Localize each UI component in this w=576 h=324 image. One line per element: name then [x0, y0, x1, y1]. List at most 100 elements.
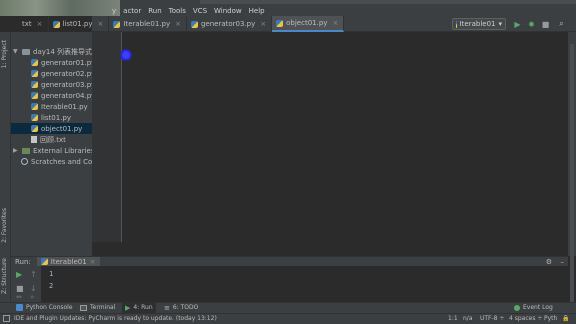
indent-setting[interactable]: 4 spaces ÷: [509, 315, 542, 322]
debug-icon[interactable]: ✹: [526, 18, 537, 30]
todo-tab[interactable]: ≡ 6: TODO: [164, 302, 198, 313]
editor-tab-label: object01.py: [286, 19, 328, 27]
menu-item-3[interactable]: VCS: [193, 7, 207, 15]
file-label: generator01.py: [41, 58, 92, 67]
python-file-icon: [113, 20, 121, 28]
menu-item-1[interactable]: Run: [148, 7, 161, 15]
layout-icon[interactable]: ⇔: [16, 293, 22, 301]
event-log-tab[interactable]: Event Log: [514, 302, 553, 313]
editor-tab[interactable]: Iterable01.py ×: [109, 16, 187, 32]
python-interpreter[interactable]: Pyth: [544, 315, 557, 322]
structure-tool-button[interactable]: Z: Structure: [1, 258, 8, 294]
more-icon[interactable]: »: [30, 293, 34, 301]
terminal-tab[interactable]: Terminal: [80, 302, 115, 313]
editor-tab[interactable]: object01.py ×: [272, 16, 345, 32]
file-item[interactable]: 回顾.txt: [31, 134, 66, 145]
menu-item-4[interactable]: Window: [214, 7, 242, 15]
code-editor[interactable]: [122, 32, 568, 242]
close-icon[interactable]: ×: [175, 20, 181, 28]
python-console-label: Python Console: [26, 304, 73, 311]
run-icon[interactable]: ▶: [512, 18, 523, 30]
title-bar: y actor Run Tools VCS Window Help: [0, 0, 576, 16]
editor-tab-label: Iterable01.py: [123, 20, 171, 28]
file-item[interactable]: generator03.py: [31, 79, 92, 90]
menu-item-prefix[interactable]: y: [112, 7, 116, 15]
todo-label: 6: TODO: [172, 304, 199, 311]
search-icon[interactable]: ⌕: [556, 18, 567, 30]
window-controls[interactable]: [520, 0, 576, 4]
file-label: generator04.py: [41, 91, 92, 100]
file-item[interactable]: generator04.py: [31, 90, 92, 101]
status-message[interactable]: IDE and Plugin Updates: PyCharm is ready…: [14, 315, 217, 322]
scratches-and-consoles[interactable]: Scratches and Consoles: [21, 156, 92, 167]
editor-tab-label: generator03.py: [200, 20, 256, 28]
menu-item-2[interactable]: Tools: [169, 7, 186, 15]
toggle-tool-windows-icon[interactable]: [3, 315, 10, 322]
run-tab[interactable]: Iterable01 ×: [36, 256, 100, 267]
close-icon[interactable]: ×: [37, 20, 43, 28]
run-tool-tab[interactable]: ▶ 4: Run: [122, 302, 156, 313]
title-text-blurred: [200, 0, 520, 4]
status-bar: IDE and Plugin Updates: PyCharm is ready…: [0, 313, 576, 324]
menu-bar: y actor Run Tools VCS Window Help: [112, 6, 265, 16]
python-file-icon: [31, 59, 38, 66]
close-icon[interactable]: ×: [90, 258, 96, 266]
folder-icon: [22, 48, 30, 55]
close-icon[interactable]: ×: [260, 20, 266, 28]
event-log-label: Event Log: [523, 304, 553, 311]
editor-tab[interactable]: list01.py ×: [49, 16, 110, 32]
menu-item-0[interactable]: actor: [123, 7, 141, 15]
tree-root-folder[interactable]: ▼ day14 列表推导式: [13, 46, 92, 57]
scroll-up-icon[interactable]: ↑: [30, 270, 37, 279]
scroll-down-icon[interactable]: ↓: [30, 284, 37, 293]
favorites-tool-button[interactable]: 2: Favorites: [1, 208, 8, 243]
python-console-tab[interactable]: Python Console: [16, 302, 73, 313]
file-item[interactable]: generator02.py: [31, 68, 92, 79]
editor-gutter: [92, 32, 122, 242]
run-config-select[interactable]: Iterable01 ▾: [452, 18, 506, 30]
file-label: list01.py: [41, 113, 71, 122]
caret-position[interactable]: 1:1: [448, 315, 458, 322]
file-label: generator02.py: [41, 69, 92, 78]
file-label: 回顾.txt: [40, 135, 66, 144]
python-file-icon: [31, 81, 38, 88]
window-title-blurred: [0, 0, 120, 16]
rerun-icon[interactable]: ▶: [16, 270, 22, 279]
python-file-icon: [40, 258, 48, 265]
file-encoding[interactable]: UTF-8 ÷: [480, 315, 504, 322]
output-line: 2: [49, 282, 54, 290]
python-file-icon: [31, 103, 38, 110]
chevron-down-icon: ▼: [13, 48, 18, 55]
file-item[interactable]: Iterable01.py: [31, 101, 88, 112]
minimize-icon[interactable]: –: [561, 258, 565, 266]
editor-tab-label: txt: [22, 20, 32, 28]
editor-tab[interactable]: txt ×: [18, 16, 49, 32]
lock-icon[interactable]: 🔒: [562, 315, 569, 322]
python-file-icon: [31, 114, 38, 121]
python-file-icon: [52, 20, 60, 28]
chevron-right-icon: ▶: [13, 147, 18, 154]
project-tool-button[interactable]: 1: Project: [1, 40, 8, 68]
stop-icon[interactable]: ■: [540, 18, 551, 30]
editor-tab[interactable]: generator03.py ×: [187, 16, 273, 32]
run-tool-label: 4: Run: [133, 304, 153, 311]
run-output[interactable]: 1 2: [41, 266, 568, 302]
line-separator[interactable]: n/a: [463, 315, 473, 322]
file-label: generator03.py: [41, 80, 92, 89]
file-item[interactable]: object01.py: [11, 123, 92, 134]
stop-run-icon[interactable]: ■: [16, 284, 24, 293]
editor-tabs: txt × list01.py × Iterable01.py × generator03.…: [18, 16, 345, 32]
python-file-icon: [456, 20, 457, 28]
file-item[interactable]: generator01.py: [31, 57, 92, 68]
python-file-icon: [276, 19, 284, 27]
menu-item-5[interactable]: Help: [249, 7, 265, 15]
python-console-icon: [16, 304, 23, 311]
editor-scrollbar[interactable]: [568, 32, 576, 304]
gear-icon[interactable]: ⚙: [546, 258, 552, 266]
file-label: object01.py: [41, 124, 83, 133]
close-icon[interactable]: ×: [98, 20, 104, 28]
file-label: Iterable01.py: [41, 102, 88, 111]
external-libraries[interactable]: ▶ External Libraries: [13, 145, 92, 156]
close-icon[interactable]: ×: [332, 19, 338, 27]
file-item[interactable]: list01.py: [31, 112, 71, 123]
